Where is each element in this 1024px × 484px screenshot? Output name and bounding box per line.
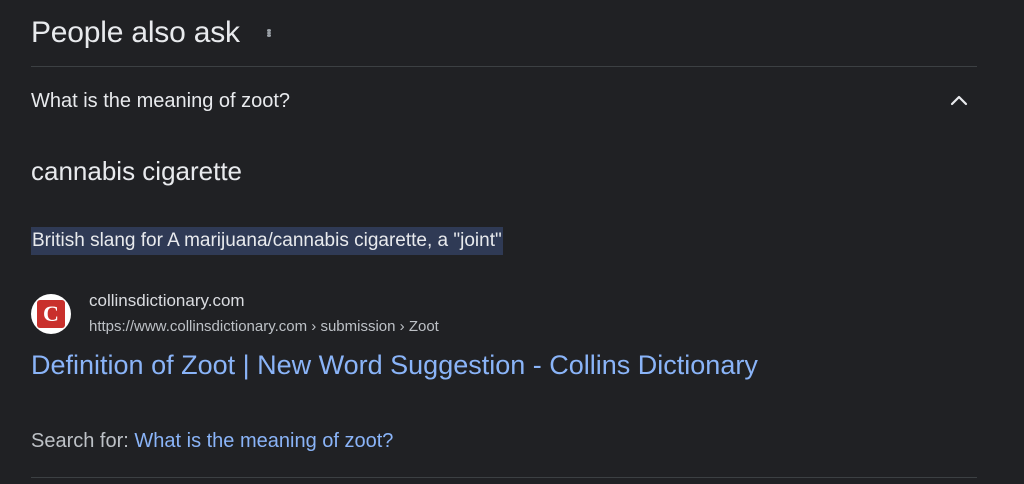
source-text: collinsdictionary.com https://www.collin… [89,290,439,338]
search-for-row: Search for: What is the meaning of zoot? [31,430,393,453]
panel-header: People also ask [31,14,274,52]
people-also-ask-panel: People also ask What is the meaning of z… [0,0,1024,484]
search-for-label: Search for: [31,430,129,452]
collins-favicon-icon: C [31,294,71,334]
source-url[interactable]: https://www.collinsdictionary.com › subm… [89,316,439,338]
answer-heading: cannabis cigarette [31,156,243,186]
more-vert-icon[interactable] [264,23,274,43]
answer-snippet: British slang for A marijuana/cannabis c… [31,227,503,255]
bottom-divider [31,477,977,478]
source-info[interactable]: C collinsdictionary.com https://www.coll… [31,290,439,338]
search-for-query-link[interactable]: What is the meaning of zoot? [134,430,393,452]
favicon-letter: C [37,300,65,328]
question-text: What is the meaning of zoot? [31,89,291,112]
chevron-up-icon[interactable] [949,91,969,111]
result-title-link[interactable]: Definition of Zoot | New Word Suggestion… [31,350,758,381]
source-site[interactable]: collinsdictionary.com [89,290,439,312]
panel-title: People also ask [31,16,240,49]
question-toggle[interactable]: What is the meaning of zoot? [31,66,977,136]
